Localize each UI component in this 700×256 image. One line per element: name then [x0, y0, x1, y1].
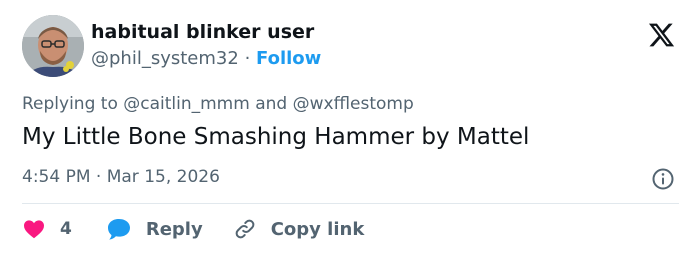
avatar-photo — [22, 15, 84, 77]
author-meta: @phil_system32 · Follow — [91, 48, 321, 69]
meta-separator: · — [244, 48, 251, 69]
replying-to-prefix: Replying to — [22, 94, 118, 114]
tweet-date: Mar 15, 2026 — [106, 167, 220, 187]
copy-link-label: Copy link — [270, 218, 365, 240]
replying-to-user-2[interactable]: @wxfflestomp — [293, 94, 414, 114]
reply-label: Reply — [145, 218, 203, 240]
avatar[interactable] — [22, 15, 84, 77]
divider — [22, 203, 679, 204]
like-button[interactable]: 4 — [22, 216, 72, 242]
author-display-name[interactable]: habitual blinker user — [91, 21, 314, 43]
replying-to: Replying to @caitlin_mmm and @wxfflestom… — [22, 94, 414, 114]
tweet-timestamp[interactable]: 4:54 PM · Mar 15, 2026 — [22, 167, 220, 187]
x-logo-icon[interactable] — [646, 21, 677, 49]
action-bar: 4 Reply Copy link — [22, 216, 364, 242]
tweet-text: My Little Bone Smashing Hammer by Mattel — [22, 124, 530, 150]
follow-button[interactable]: Follow — [256, 48, 321, 69]
copy-link-button[interactable]: Copy link — [233, 216, 365, 242]
heart-icon — [24, 220, 44, 239]
info-icon[interactable] — [651, 167, 675, 191]
chat-bubble-icon — [107, 219, 130, 240]
replying-to-and: and — [255, 94, 288, 114]
timestamp-separator: · — [95, 167, 102, 187]
reply-button[interactable]: Reply — [106, 216, 203, 242]
like-count: 4 — [60, 219, 72, 239]
tweet-time: 4:54 PM — [22, 167, 91, 187]
author-handle[interactable]: @phil_system32 — [91, 48, 239, 69]
replying-to-user-1[interactable]: @caitlin_mmm — [123, 94, 250, 114]
link-icon — [235, 219, 255, 239]
